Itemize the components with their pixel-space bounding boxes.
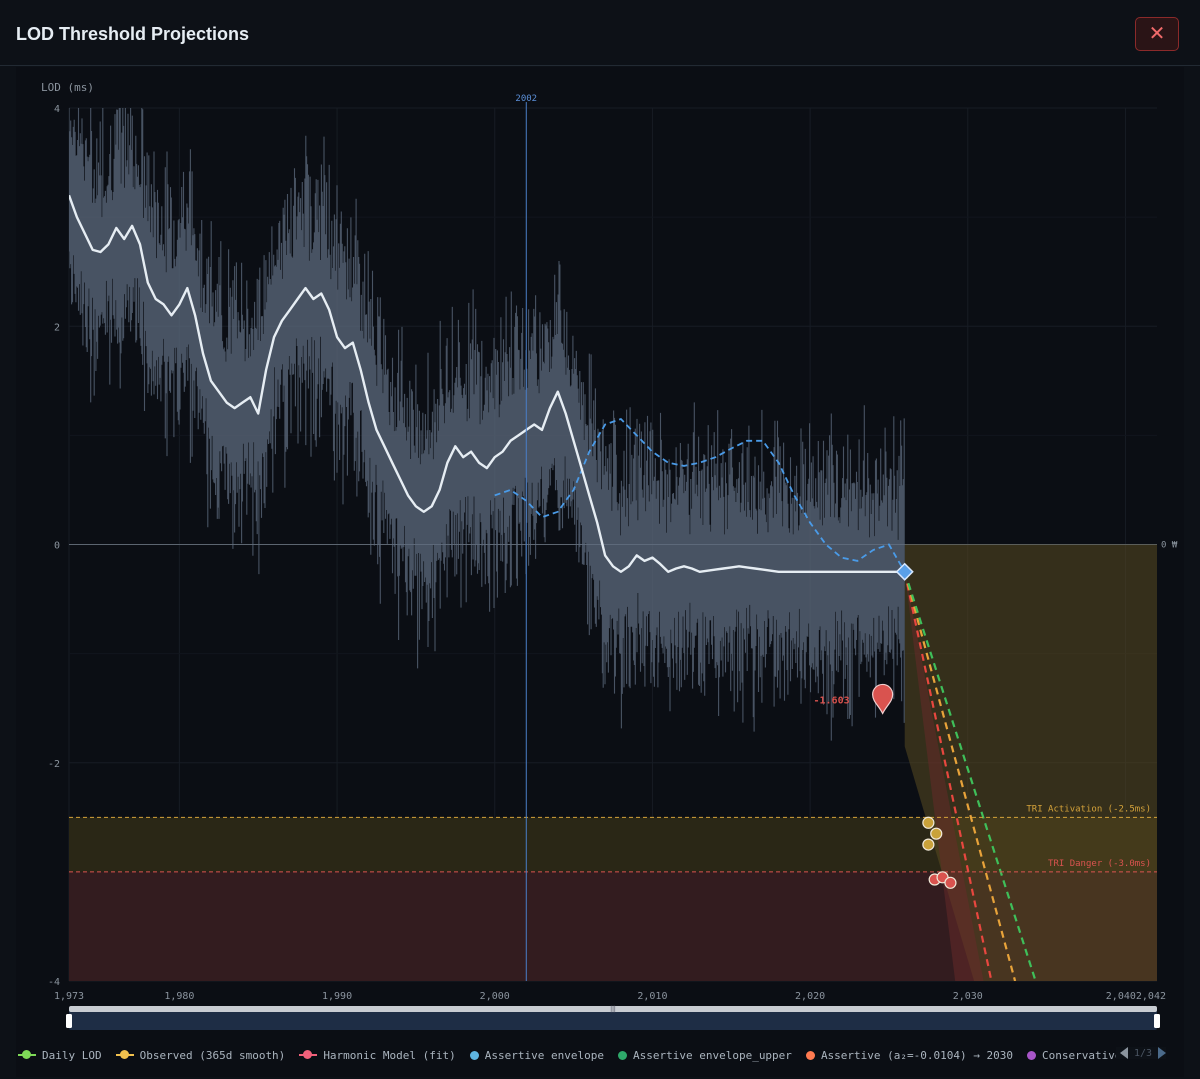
range-slider-left-handle[interactable] bbox=[66, 1014, 72, 1028]
threshold-crossing-point bbox=[922, 838, 935, 851]
legend-dot-icon bbox=[617, 1050, 627, 1060]
year-marker-label: 2002 bbox=[515, 94, 537, 104]
legend-item[interactable]: Observed (365d smooth) bbox=[115, 1048, 286, 1062]
y-tick-label: 4 bbox=[54, 104, 60, 115]
dialog-header: LOD Threshold Projections ✕ bbox=[0, 0, 1200, 66]
legend-line-icon bbox=[18, 1050, 36, 1059]
pager-prev-icon[interactable] bbox=[1120, 1047, 1128, 1059]
range-slider-grip-icon: ||| bbox=[610, 1006, 616, 1013]
zero-line-label: 0 ₩ bbox=[1161, 541, 1178, 551]
threshold-crossing-point bbox=[944, 876, 957, 889]
legend-dot-icon bbox=[469, 1050, 479, 1060]
close-icon: ✕ bbox=[1148, 23, 1166, 45]
legend-line-icon bbox=[115, 1050, 134, 1059]
x-tick-label: 2,000 bbox=[480, 991, 510, 1002]
x-tick-label: 2,010 bbox=[637, 991, 667, 1002]
y-axis-title: LOD (ms) bbox=[41, 81, 94, 94]
legend-label: Assertive (a₂=-0.0104) → 2030 bbox=[820, 1048, 1013, 1062]
legend-dot-icon bbox=[805, 1050, 815, 1060]
legend-item[interactable]: Assertive envelope bbox=[469, 1048, 604, 1062]
threshold-crossing-point bbox=[930, 827, 943, 840]
legend-label: Daily LOD bbox=[42, 1048, 102, 1062]
close-button[interactable]: ✕ bbox=[1135, 17, 1179, 51]
daily-lod-series bbox=[69, 108, 905, 741]
legend-dot-icon bbox=[22, 1050, 31, 1059]
x-tick-label: 2,0402,042 bbox=[1106, 991, 1166, 1002]
legend-label: Harmonic Model (fit) bbox=[323, 1048, 456, 1062]
legend-label: Assertive envelope bbox=[484, 1048, 604, 1062]
lod-chart: TRI Activation (-2.5ms) TRI Danger (-3.0m… bbox=[41, 81, 1178, 1030]
x-tick-label: 1,980 bbox=[164, 991, 194, 1002]
pager-text: 1/3 bbox=[1134, 1047, 1153, 1059]
threshold-crossing-point bbox=[922, 816, 935, 829]
legend-item[interactable]: Daily LOD bbox=[18, 1049, 102, 1062]
chart-area: TRI Activation (-2.5ms) TRI Danger (-3.0m… bbox=[16, 67, 1184, 1077]
x-tick-label: 1,990 bbox=[322, 991, 352, 1002]
legend-dot-icon bbox=[303, 1050, 313, 1059]
legend-item[interactable]: Harmonic Model (fit) bbox=[299, 1048, 456, 1062]
legend-item[interactable]: Assertive (a₂=-0.0104) → 2030 bbox=[805, 1048, 1013, 1062]
threshold-label: TRI Danger (-3.0ms) bbox=[1048, 859, 1151, 869]
legend-dot-icon bbox=[119, 1050, 129, 1059]
page-title: LOD Threshold Projections bbox=[16, 24, 250, 44]
chart-legend: Daily LOD Observed (365d smooth) Harmonic … bbox=[18, 1044, 1182, 1066]
legend-dot-icon bbox=[1027, 1050, 1036, 1060]
legend-line-icon bbox=[299, 1050, 318, 1059]
y-tick-label: 0 bbox=[54, 541, 60, 552]
x-tick-label: 2,030 bbox=[953, 991, 983, 1002]
threshold-label: TRI Activation (-2.5ms) bbox=[1026, 804, 1151, 814]
range-slider-right-handle[interactable] bbox=[1154, 1014, 1160, 1028]
y-tick-label: -4 bbox=[48, 977, 60, 988]
legend-label: Observed (365d smooth) bbox=[139, 1048, 286, 1062]
legend-pager[interactable]: 1/3 bbox=[1116, 1047, 1167, 1059]
min-value-label: -1.603 bbox=[814, 695, 850, 706]
pager-next-icon[interactable] bbox=[1158, 1047, 1167, 1059]
y-tick-label: -2 bbox=[48, 759, 60, 770]
legend-label: Assertive envelope_upper bbox=[632, 1048, 792, 1062]
y-tick-label: 2 bbox=[54, 322, 60, 333]
x-tick-label: 1,973 bbox=[54, 991, 84, 1002]
legend-item[interactable]: Assertive envelope_upper bbox=[617, 1048, 792, 1062]
x-tick-label: 2,020 bbox=[795, 991, 825, 1002]
